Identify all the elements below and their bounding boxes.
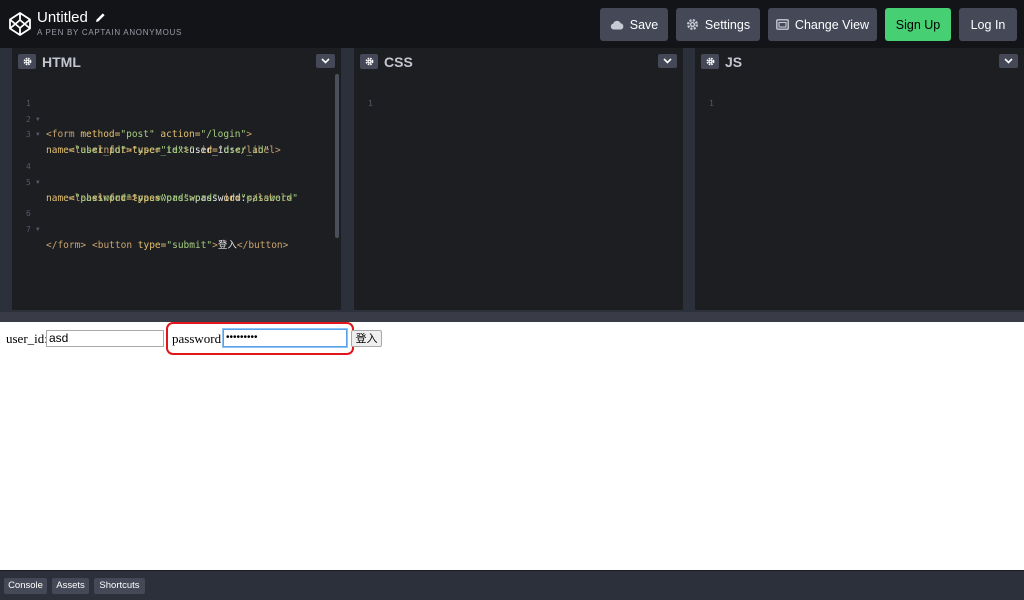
assets-button[interactable]: Assets <box>52 578 89 594</box>
code-line: 1 <box>354 80 683 108</box>
settings-button[interactable]: Settings <box>676 8 760 41</box>
settings-label: Settings <box>704 17 751 32</box>
sign-up-button[interactable]: Sign Up <box>885 8 951 41</box>
html-scrollbar[interactable] <box>335 74 339 238</box>
css-pane-title: CSS <box>384 54 413 70</box>
code-token: 登入 <box>217 239 237 251</box>
edit-pencil-icon[interactable] <box>95 12 106 23</box>
password-input[interactable]: ••••••••• <box>223 329 347 347</box>
bottom-bar: Console Assets Shortcuts <box>0 570 1024 600</box>
codepen-logo-icon[interactable] <box>8 11 32 37</box>
html-collapse-button[interactable] <box>316 54 335 68</box>
html-editor-pane: HTML 1 ▼ <form method="post" action="/lo… <box>12 48 341 310</box>
css-code-area[interactable]: 1 <box>354 74 683 310</box>
pen-title[interactable]: Untitled <box>37 9 88 26</box>
code-line: 1 ▼ <form method="post" action="/login"> <box>12 80 341 141</box>
chevron-down-icon <box>663 58 672 64</box>
user-id-label: user_id: <box>6 331 48 346</box>
html-settings-button[interactable] <box>18 54 36 69</box>
html-pane-title: HTML <box>42 54 81 70</box>
html-code-area[interactable]: 1 ▼ <form method="post" action="/login">… <box>12 74 341 310</box>
line-number: 1 <box>368 98 373 108</box>
code-token: </form> <box>46 239 87 251</box>
user-id-input[interactable]: asd <box>46 330 164 347</box>
cloud-icon <box>610 20 624 29</box>
gear-icon <box>706 57 714 66</box>
chevron-down-icon <box>1004 58 1013 64</box>
submit-button[interactable]: 登入 <box>351 330 382 347</box>
gear-icon <box>23 57 31 66</box>
js-settings-button[interactable] <box>701 54 719 69</box>
css-settings-button[interactable] <box>360 54 378 69</box>
editor-panels: HTML 1 ▼ <form method="post" action="/lo… <box>0 48 1024 312</box>
console-button[interactable]: Console <box>4 578 47 594</box>
code-token: "submit" <box>166 239 213 251</box>
code-line: 6 ▼ <button type="submit">登入</button> <box>12 191 341 251</box>
css-collapse-button[interactable] <box>658 54 677 68</box>
js-pane-title: JS <box>725 54 743 70</box>
line-number: 7 <box>26 225 31 235</box>
gear-icon <box>365 57 373 66</box>
change-view-button[interactable]: Change View <box>768 8 877 41</box>
code-line: 3 <input type="text" id="user_id" <box>12 112 341 156</box>
code-lines: 1 ▼ <form method="post" action="/login">… <box>12 80 341 251</box>
chevron-down-icon <box>321 58 330 64</box>
code-token: <button <box>92 239 138 251</box>
code-line: 1 <box>695 80 1024 108</box>
js-pane-header: JS <box>695 52 1024 74</box>
code-line: 7 </form> <box>12 206 341 251</box>
css-editor-pane: CSS 1 <box>354 48 683 310</box>
password-label: password: <box>172 331 225 346</box>
pen-author: A PEN BY CAPTAIN ANONYMOUS <box>37 28 183 37</box>
preview-resize-handle[interactable] <box>0 312 1024 322</box>
code-line: 4 ▼ <label for="password">password:</lab… <box>12 143 341 204</box>
save-button[interactable]: Save <box>600 8 668 41</box>
html-pane-header: HTML <box>12 52 341 74</box>
code-token: type= <box>137 239 167 251</box>
js-editor-pane: JS 1 <box>695 48 1024 310</box>
code-line: 2 ▼ <label for="user_id">user_id:</label… <box>12 96 341 157</box>
css-pane-header: CSS <box>354 52 683 74</box>
code-line: name="password"> <box>12 175 341 204</box>
code-line: 5 <input type="password" id="password" <box>12 159 341 204</box>
line-number: 1 <box>709 98 714 108</box>
change-view-label: Change View <box>794 17 870 32</box>
js-collapse-button[interactable] <box>999 54 1018 68</box>
log-in-button[interactable]: Log In <box>959 8 1017 41</box>
top-bar: Untitled A PEN BY CAPTAIN ANONYMOUS Save… <box>0 0 1024 48</box>
code-line: name="user_id"> <box>12 127 341 156</box>
shortcuts-button[interactable]: Shortcuts <box>94 578 145 594</box>
js-code-area[interactable]: 1 <box>695 74 1024 310</box>
code-token: </button> <box>236 239 289 251</box>
gear-icon <box>686 18 698 31</box>
save-label: Save <box>629 17 659 32</box>
result-preview: user_id: asd password: ••••••••• 登入 <box>0 322 1024 570</box>
layout-window-icon <box>776 19 789 30</box>
